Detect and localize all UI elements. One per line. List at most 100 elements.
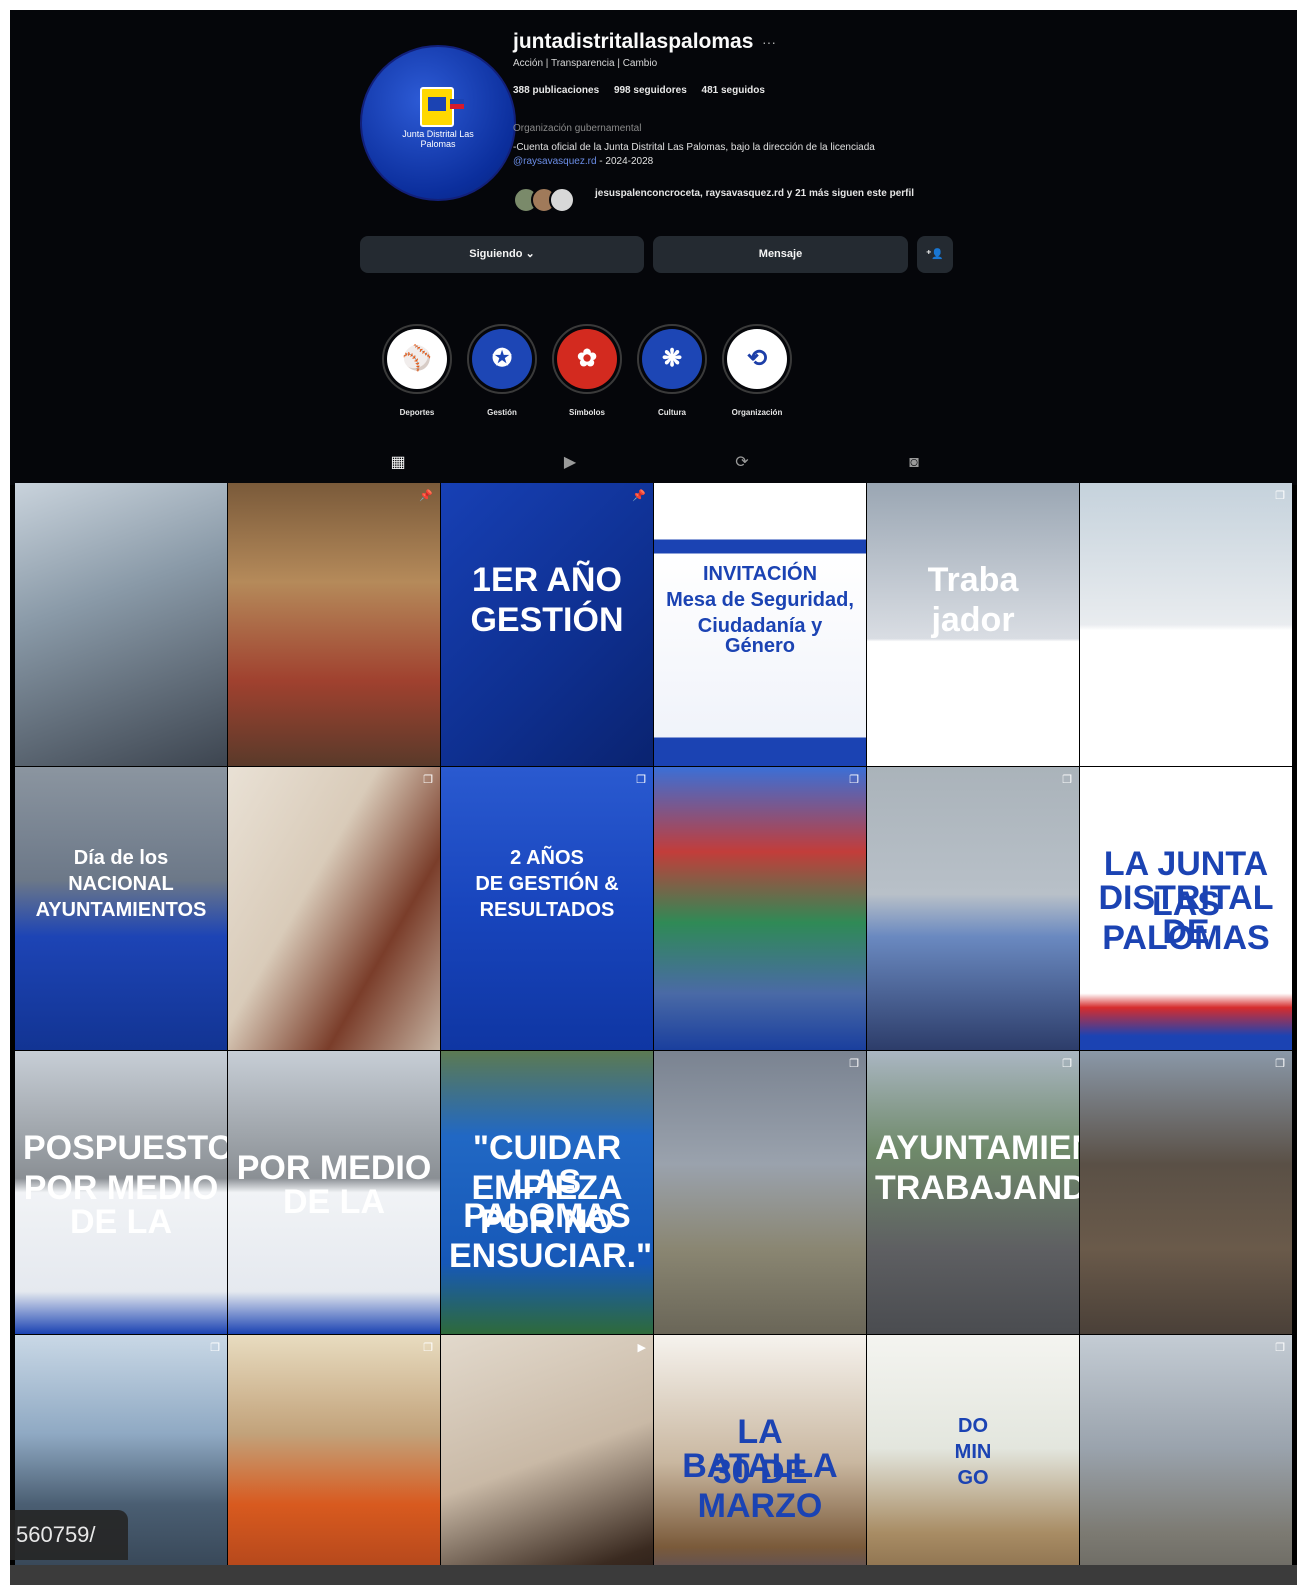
post-thumbnail[interactable]: ❐ [1080, 1051, 1292, 1334]
profile-tabs: ▦ ▶ ⟳ ◙ [10, 447, 1297, 485]
post-thumbnail[interactable]: DO MIN GO [867, 1335, 1079, 1585]
carousel-icon: ❐ [1275, 490, 1285, 502]
post-caption-text: MIN [954, 1441, 992, 1463]
post-caption-text: INVITACIÓN [702, 563, 818, 585]
tagged-icon: ◙ [909, 454, 919, 471]
post-caption-text: 1ER AÑO [472, 561, 622, 599]
followed-by[interactable]: jesuspalenconcroceta, raysavasquez.rd y … [513, 185, 973, 221]
bio-years: - 2024-2028 [596, 156, 654, 167]
highlight-ring: ⟲ [722, 324, 792, 394]
carousel-icon: ❐ [1062, 774, 1072, 786]
carousel-icon: ❐ [210, 1342, 220, 1354]
post-caption-text: RESULTADOS [479, 899, 615, 921]
post-thumbnail[interactable]: AYUNTAMIENTOTRABAJANDO ❐ [867, 1051, 1079, 1334]
highlight-gestión[interactable]: ✪ Gestión [462, 324, 542, 417]
followed-by-text: jesuspalenconcroceta, raysavasquez.rd y … [595, 188, 915, 199]
followers-count[interactable]: 998 seguidores [614, 85, 687, 96]
following-count[interactable]: 481 seguidos [702, 85, 765, 96]
post-thumbnail[interactable]: 📌 [228, 483, 440, 766]
tab-reels[interactable]: ▶ [542, 447, 598, 485]
dominican-flag-icon [450, 99, 464, 109]
carousel-icon: ❐ [849, 774, 859, 786]
tab-tagged[interactable]: ◙ [886, 447, 942, 485]
carousel-icon: ❐ [1062, 1058, 1072, 1070]
post-caption-text: GO [957, 1467, 989, 1489]
post-thumbnail[interactable]: ❐ [1080, 483, 1292, 766]
highlight-cultura[interactable]: ❋ Cultura [632, 324, 712, 417]
post-thumbnail[interactable]: POSPUESTO POR MEDIO DE LA [15, 1051, 227, 1334]
profile-bio: -Cuenta oficial de la Junta Distrital La… [513, 141, 973, 169]
highlight-label: Deportes [399, 408, 435, 417]
following-button[interactable]: Siguiendo ⌄ [360, 236, 644, 273]
post-caption-text: Mesa de Seguridad, [666, 589, 854, 611]
avatar-label: Junta Distrital Las Palomas [402, 129, 474, 149]
profile-avatar[interactable]: Junta Distrital Las Palomas [360, 45, 516, 201]
profile-category: Organización gubernamental [513, 123, 642, 134]
pinned-icon: 📌 [632, 490, 646, 502]
post-caption-text: AYUNTAMIENTOS [35, 899, 207, 921]
highlight-cover: ✿ [557, 329, 617, 389]
post-caption-text: GESTIÓN [470, 601, 624, 639]
highlight-ring: ✪ [467, 324, 537, 394]
browser-scrollbar[interactable] [10, 1565, 1297, 1585]
post-thumbnail[interactable]: ❐ [654, 767, 866, 1050]
highlight-label: Organización [731, 408, 783, 417]
post-thumbnail[interactable]: ❐ [654, 1051, 866, 1334]
message-button[interactable]: Mensaje [653, 236, 908, 273]
post-caption-text: AYUNTAMIENTO [875, 1129, 1079, 1167]
highlight-cover: ⟲ [727, 329, 787, 389]
highlight-ring: ✿ [552, 324, 622, 394]
post-thumbnail[interactable]: LA JUNTA DISTRITAL DE LAS PALOMAS [1080, 767, 1292, 1050]
post-thumbnail[interactable]: "CUIDAR LAS PALOMAS EMPIEZA POR NO ENSUCI… [441, 1051, 653, 1334]
post-caption-text: EMPIEZA POR NO ENSUCIAR." [449, 1169, 653, 1275]
more-options-icon[interactable]: ··· [762, 34, 776, 50]
post-caption-text: Día de los [73, 847, 169, 869]
profile-tagline: Acción | Transparencia | Cambio [513, 58, 658, 69]
highlight-deportes[interactable]: ⚾ Deportes [377, 324, 457, 417]
highlight-organización[interactable]: ⟲ Organización [717, 324, 797, 417]
post-thumbnail[interactable]: ❐ [867, 767, 1079, 1050]
post-thumbnail[interactable]: ❐ [228, 1335, 440, 1585]
post-caption-text: Ciudadanía y Género [697, 615, 823, 657]
profile-username: juntadistritallaspalomas [513, 30, 754, 53]
post-caption-text: POSPUESTO [23, 1129, 227, 1167]
post-thumbnail[interactable] [15, 483, 227, 766]
posts-count: 388 publicaciones [513, 85, 600, 96]
post-thumbnail[interactable]: Traba jador [867, 483, 1079, 766]
post-caption-text: POR MEDIO DE LA [236, 1149, 432, 1221]
post-caption-text: TRABAJANDO [875, 1169, 1079, 1207]
highlight-icon: ✪ [491, 345, 513, 372]
post-thumbnail[interactable]: LA BATALLA 30 DE MARZO [654, 1335, 866, 1585]
post-thumbnail[interactable]: ▶ [441, 1335, 653, 1585]
highlight-icon: ✿ [576, 345, 598, 372]
post-caption-text: NACIONAL [68, 873, 174, 895]
profile-stats: 388 publicaciones 998 seguidores 481 seg… [513, 85, 777, 96]
post-thumbnail[interactable]: POR MEDIO DE LA [228, 1051, 440, 1334]
carousel-icon: ❐ [423, 1342, 433, 1354]
post-caption-text: Traba [927, 561, 1019, 599]
post-thumbnail[interactable]: 1ER AÑO GESTIÓN 📌 [441, 483, 653, 766]
post-thumbnail[interactable]: 2 AÑOS DE GESTIÓN & RESULTADOS ❐ [441, 767, 653, 1050]
post-caption-text: jador [931, 601, 1015, 639]
tab-posts[interactable]: ▦ [370, 447, 426, 485]
post-caption-text: LAS PALOMAS [1102, 885, 1270, 957]
post-thumbnail[interactable]: INVITACIÓN Mesa de Seguridad, Ciudadanía y… [654, 483, 866, 766]
post-thumbnail[interactable]: Día de los NACIONAL AYUNTAMIENTOS [15, 767, 227, 1050]
post-thumbnail[interactable]: ❐ [1080, 1335, 1292, 1585]
suggested-users-button[interactable]: ⁺👤 [917, 236, 953, 273]
add-user-icon: ⁺👤 [926, 249, 944, 260]
bio-mention-link[interactable]: @raysavasquez.rd [513, 156, 597, 167]
status-url-bubble: 560759/ [10, 1510, 128, 1560]
highlight-símbolos[interactable]: ✿ Símbolos [547, 324, 627, 417]
reel-icon: ▶ [637, 1342, 646, 1354]
post-caption-text: DE GESTIÓN & [475, 873, 619, 895]
junta-logo-icon [420, 87, 454, 127]
carousel-icon: ❐ [636, 774, 646, 786]
highlight-icon: ⚾ [402, 345, 432, 372]
highlight-ring: ❋ [637, 324, 707, 394]
post-thumbnail[interactable]: ❐ [228, 767, 440, 1050]
bio-text: -Cuenta oficial de la Junta Distrital La… [513, 142, 875, 153]
tab-reposts[interactable]: ⟳ [714, 447, 770, 485]
highlight-icon: ❋ [661, 345, 683, 372]
carousel-icon: ❐ [423, 774, 433, 786]
